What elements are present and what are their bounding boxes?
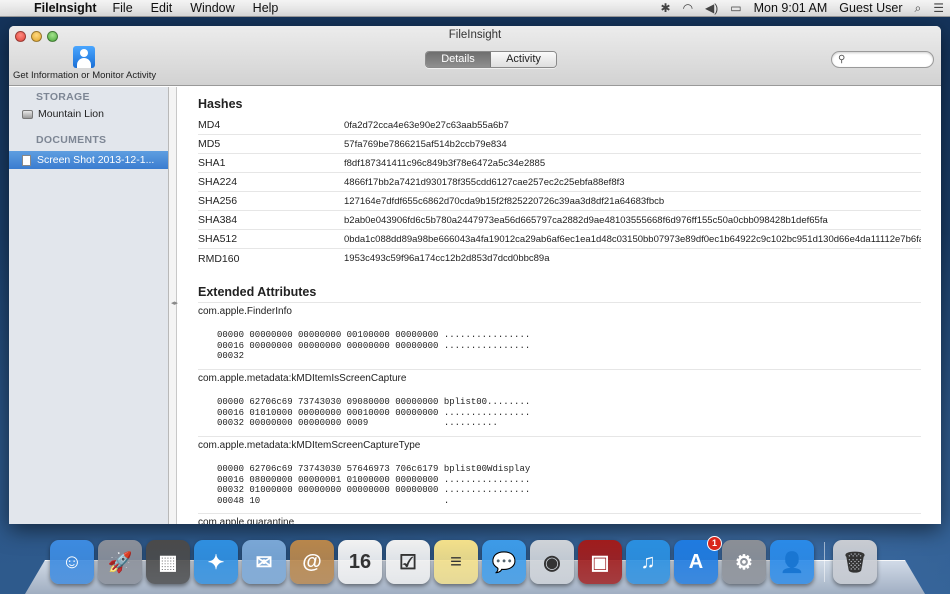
volume-icon[interactable]: ◀) <box>699 1 724 15</box>
window-titlebar: FileInsight Get Information or Monitor A… <box>9 26 941 86</box>
sidebar-item-label: Screen Shot 2013-12-1... <box>37 154 155 166</box>
attribute-name: com.apple.quarantine <box>198 517 295 524</box>
hash-row: RMD160 1953c493c59f96a174cc12b2d853d7dcd… <box>198 249 921 268</box>
menu-window[interactable]: Window <box>181 1 243 15</box>
hash-row: SHA512 0bda1c088dd89a98be666043a4fa19012… <box>198 230 921 249</box>
dock-reminders-icon[interactable]: ☑ <box>386 540 430 584</box>
attribute-block: com.apple.FinderInfo 00000 00000000 0000… <box>198 302 921 369</box>
hash-row: MD5 57fa769be7866215af514b2ccb79e834 <box>198 135 921 154</box>
hash-row: SHA256 127164e7dfdf655c6862d70cda9b15f2f… <box>198 192 921 211</box>
menu-edit[interactable]: Edit <box>142 1 182 15</box>
dock-launchpad-icon[interactable]: 🚀 <box>98 540 142 584</box>
tab-details[interactable]: Details <box>426 52 491 67</box>
hash-value: 57fa769be7866215af514b2ccb79e834 <box>344 138 507 150</box>
battery-icon[interactable]: ▭ <box>724 1 747 15</box>
hash-name: RMD160 <box>198 252 240 265</box>
dock-photo-booth-icon[interactable]: ▣ <box>578 540 622 584</box>
hash-row: SHA1 f8df187341411c96c849b3f78e6472a5c34… <box>198 154 921 173</box>
hash-row: MD4 0fa2d72cca4e63e90e27c63aab55a6b7 <box>198 116 921 135</box>
sidebar-item-screenshot[interactable]: Screen Shot 2013-12-1... <box>9 151 168 169</box>
user-icon <box>73 46 95 68</box>
get-info-toolbar-button[interactable]: Get Information or Monitor Activity <box>13 46 157 81</box>
details-pane: Hashes MD4 0fa2d72cca4e63e90e27c63aab55a… <box>178 87 941 524</box>
hash-name: MD4 <box>198 119 221 131</box>
menu-user[interactable]: Guest User <box>833 1 908 15</box>
sidebar-item-label: Mountain Lion <box>38 108 104 120</box>
dock-system-preferences-icon[interactable]: ⚙ <box>722 540 766 584</box>
fileinsight-window: FileInsight Get Information or Monitor A… <box>9 26 941 524</box>
hash-value: f8df187341411c96c849b3f78e6472a5c34e2885 <box>344 157 546 169</box>
sidebar-item-mountain-lion[interactable]: Mountain Lion <box>9 105 168 123</box>
sidebar-header-storage: STORAGE <box>36 91 90 103</box>
attribute-name: com.apple.FinderInfo <box>198 306 292 317</box>
hash-value: 0bda1c088dd89a98be666043a4fa19012ca29ab6… <box>344 233 921 245</box>
hash-value: b2ab0e043906fd6c5b780a2447973ea56d665797… <box>344 214 828 226</box>
hash-name: SHA512 <box>198 233 238 245</box>
attribute-name: com.apple.metadata:kMDItemScreenCaptureT… <box>198 440 421 451</box>
dock-separator <box>824 542 825 582</box>
attribute-name: com.apple.metadata:kMDItemIsScreenCaptur… <box>198 373 407 384</box>
search-icon: ⚲ <box>838 54 846 65</box>
divider-grip-icon: ◂▸ <box>171 300 179 307</box>
menu-bar: FileInsight File Edit Window Help ✱ ◠ ◀)… <box>0 0 950 17</box>
dock-calendar-icon[interactable]: 16 <box>338 540 382 584</box>
spotlight-icon[interactable]: ⌕ <box>909 1 928 16</box>
sidebar: STORAGE Mountain Lion DOCUMENTS Screen S… <box>9 87 169 524</box>
document-icon <box>22 154 31 166</box>
wifi-icon[interactable]: ◠ <box>677 1 699 15</box>
attribute-block: com.apple.quarantine <box>198 513 921 524</box>
hash-name: SHA224 <box>198 176 238 188</box>
dock: ☺ 🚀 ▦ ✦ ✉ @16 ☑ ≡ 💬 ◉ ▣ ♫ A 1 ⚙ 👤 🗑 <box>50 534 910 584</box>
hash-name: SHA256 <box>198 195 238 207</box>
dock-mail-icon[interactable]: ✉ <box>242 540 286 584</box>
menu-extras: ✱ ◠ ◀) ▭ Mon 9:01 AM Guest User ⌕ ☰ <box>655 1 950 16</box>
split-view-divider[interactable]: ◂▸ <box>169 87 179 524</box>
dock-notes-icon[interactable]: ≡ <box>434 540 478 584</box>
sidebar-header-documents: DOCUMENTS <box>36 134 107 146</box>
notification-center-icon[interactable]: ☰ <box>927 1 950 15</box>
attribute-hex-dump: 00000 62706c69 73743030 09080000 0000000… <box>217 397 531 428</box>
attribute-block: com.apple.metadata:kMDItemScreenCaptureT… <box>198 436 921 513</box>
hash-row: SHA384 b2ab0e043906fd6c5b780a2447973ea56… <box>198 211 921 230</box>
dock-contacts-icon[interactable]: @ <box>290 540 334 584</box>
dock-itunes-icon[interactable]: ♫ <box>626 540 670 584</box>
extended-attributes-title: Extended Attributes <box>198 285 317 299</box>
hash-name: MD5 <box>198 138 221 150</box>
hash-value: 127164e7dfdf655c6862d70cda9b15f2f8252207… <box>344 195 665 207</box>
hash-row: SHA224 4866f17bb2a7421d930178f355cdd6127… <box>198 173 921 192</box>
toolbar-label: Get Information or Monitor Activity <box>13 70 157 81</box>
window-title: FileInsight <box>448 29 502 41</box>
search-input[interactable] <box>850 53 930 66</box>
attribute-hex-dump: 00000 00000000 00000000 00100000 0000000… <box>217 330 531 361</box>
dock-app-store-icon[interactable]: A1 <box>674 536 722 584</box>
hard-disk-icon <box>22 109 33 119</box>
dock-finder-icon[interactable]: ☺ <box>50 540 94 584</box>
menu-file[interactable]: File <box>104 1 142 15</box>
dock-safari-icon[interactable]: ✦ <box>194 540 238 584</box>
tab-activity[interactable]: Activity <box>491 52 556 67</box>
hash-value: 4866f17bb2a7421d930178f355cdd6127cae257e… <box>344 176 625 188</box>
hash-value: 1953c493c59f96a174cc12b2d853d7dcd0bbc89a <box>344 253 550 264</box>
notification-badge: 1 <box>707 536 722 551</box>
dock-fileinsight-icon[interactable]: 👤 <box>770 540 814 584</box>
hashes-title: Hashes <box>198 97 243 111</box>
search-field[interactable]: ⚲ <box>831 51 934 68</box>
hash-name: SHA384 <box>198 214 238 226</box>
menu-app-name[interactable]: FileInsight <box>30 1 104 15</box>
dock-facetime-icon[interactable]: ◉ <box>530 540 574 584</box>
attribute-hex-dump: 00000 62706c69 73743030 57646973 706c617… <box>217 464 531 506</box>
attribute-block: com.apple.metadata:kMDItemIsScreenCaptur… <box>198 369 921 436</box>
dock-mission-control-icon[interactable]: ▦ <box>146 540 190 584</box>
menu-clock[interactable]: Mon 9:01 AM <box>748 1 834 15</box>
hash-name: SHA1 <box>198 157 226 169</box>
hash-value: 0fa2d72cca4e63e90e27c63aab55a6b7 <box>344 119 509 131</box>
dock-messages-icon[interactable]: 💬 <box>482 540 526 584</box>
view-segmented-control: Details Activity <box>425 51 557 68</box>
menu-help[interactable]: Help <box>244 1 288 15</box>
dock-trash-icon[interactable]: 🗑 <box>833 540 877 584</box>
bluetooth-icon[interactable]: ✱ <box>655 1 677 15</box>
